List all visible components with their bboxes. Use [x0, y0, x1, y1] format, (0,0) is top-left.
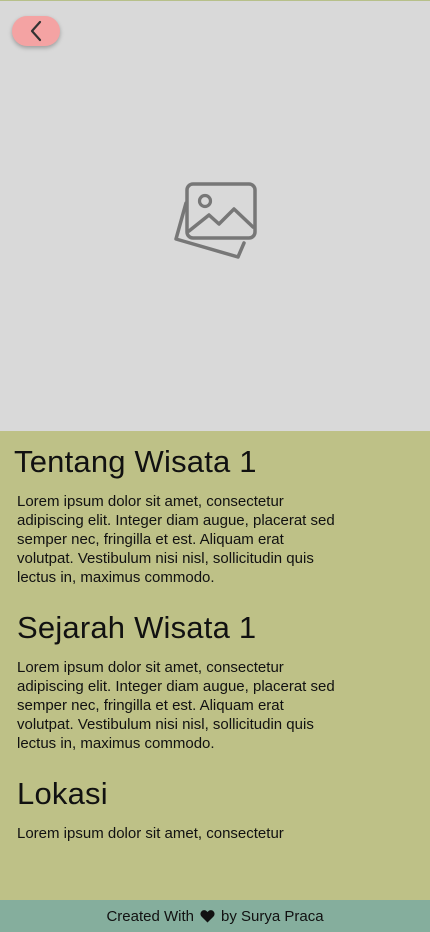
text-line: Lorem ipsum dolor sit amet, consectetur	[17, 659, 284, 676]
hero-image-area	[0, 0, 430, 431]
image-placeholder-icon	[174, 182, 257, 259]
content-area: Tentang Wisata 1 Lorem ipsum dolor sit a…	[0, 431, 430, 900]
footer-prefix: Created With	[106, 907, 194, 925]
footer-suffix: by Surya Praca	[221, 907, 324, 925]
section-title-sejarah: Sejarah Wisata 1	[17, 610, 257, 645]
heart-icon	[200, 909, 215, 923]
text-line: lectus in, maximus commodo.	[17, 569, 215, 586]
text-line: semper nec, fringilla et est. Aliquam er…	[17, 697, 284, 714]
section-title-lokasi: Lokasi	[17, 776, 108, 811]
footer: Created With by Surya Praca	[0, 900, 430, 932]
section-title-tentang: Tentang Wisata 1	[14, 444, 257, 479]
back-button[interactable]	[12, 16, 60, 46]
text-line: volutpat. Vestibulum nisi nisl, sollicit…	[17, 550, 314, 567]
text-line: semper nec, fringilla et est. Aliquam er…	[17, 531, 284, 548]
text-line: Lorem ipsum dolor sit amet, consectetur	[17, 825, 284, 842]
text-line: adipiscing elit. Integer diam augue, pla…	[17, 512, 335, 529]
chevron-left-icon	[30, 20, 42, 42]
text-line: Lorem ipsum dolor sit amet, consectetur	[17, 493, 284, 510]
text-line: lectus in, maximus commodo.	[17, 735, 215, 752]
section-text-tentang: Lorem ipsum dolor sit amet, consectetur …	[17, 492, 392, 587]
section-text-sejarah: Lorem ipsum dolor sit amet, consectetur …	[17, 658, 392, 753]
section-text-lokasi: Lorem ipsum dolor sit amet, consectetur	[17, 824, 392, 843]
text-line: volutpat. Vestibulum nisi nisl, sollicit…	[17, 716, 314, 733]
text-line: adipiscing elit. Integer diam augue, pla…	[17, 678, 335, 695]
